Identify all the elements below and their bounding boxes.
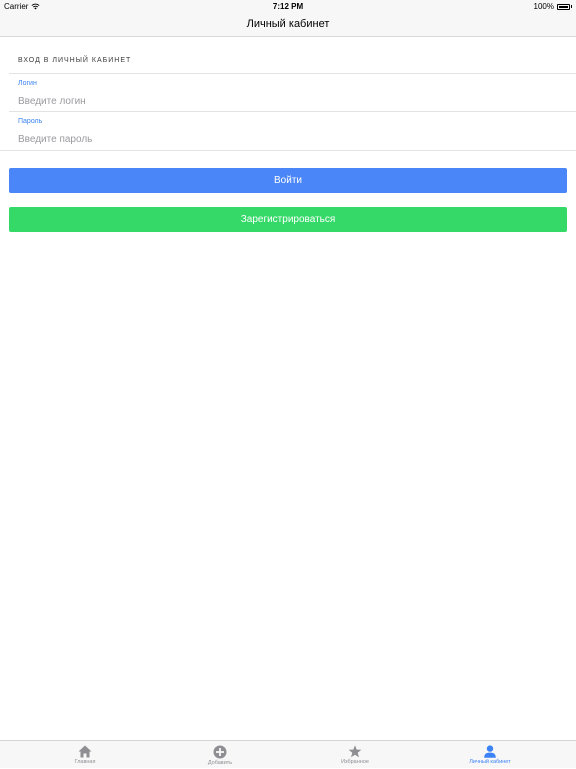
person-icon bbox=[484, 745, 496, 758]
password-input[interactable] bbox=[18, 132, 558, 146]
status-bar: Carrier 7:12 PM 100% bbox=[0, 0, 576, 13]
home-icon bbox=[78, 745, 92, 758]
divider bbox=[0, 150, 576, 151]
divider bbox=[9, 73, 576, 74]
tab-label: Добавить bbox=[207, 760, 233, 766]
tab-add[interactable]: Добавить bbox=[148, 743, 292, 769]
divider bbox=[9, 111, 576, 112]
navigation-bar: Личный кабинет bbox=[0, 13, 576, 37]
login-button[interactable]: Войти bbox=[9, 168, 567, 193]
page-title: Личный кабинет bbox=[246, 18, 330, 30]
tab-favorites[interactable]: Избранное bbox=[283, 743, 427, 769]
tab-home[interactable]: Главная bbox=[13, 743, 157, 769]
login-label: Логин bbox=[18, 80, 37, 87]
status-time: 7:12 PM bbox=[272, 2, 304, 11]
tab-label: Избранное bbox=[341, 759, 369, 765]
star-icon bbox=[348, 745, 362, 758]
register-button[interactable]: Зарегистрироваться bbox=[9, 207, 567, 232]
battery-percent: 100% bbox=[533, 2, 554, 11]
battery-tip bbox=[571, 5, 572, 8]
tab-label: Личный кабинет bbox=[469, 759, 511, 765]
login-input[interactable] bbox=[18, 94, 558, 108]
section-header: ВХОД В ЛИЧНЫЙ КАБИНЕТ bbox=[18, 57, 132, 64]
status-right: 100% bbox=[534, 0, 572, 13]
tab-bar: Главная Добавить Избранное Личный кабине… bbox=[0, 740, 576, 768]
add-circle-icon bbox=[213, 745, 227, 759]
battery-icon bbox=[557, 3, 570, 10]
password-label: Пароль bbox=[18, 118, 43, 125]
tab-label: Главная bbox=[74, 759, 96, 765]
tab-profile[interactable]: Личный кабинет bbox=[418, 743, 562, 769]
